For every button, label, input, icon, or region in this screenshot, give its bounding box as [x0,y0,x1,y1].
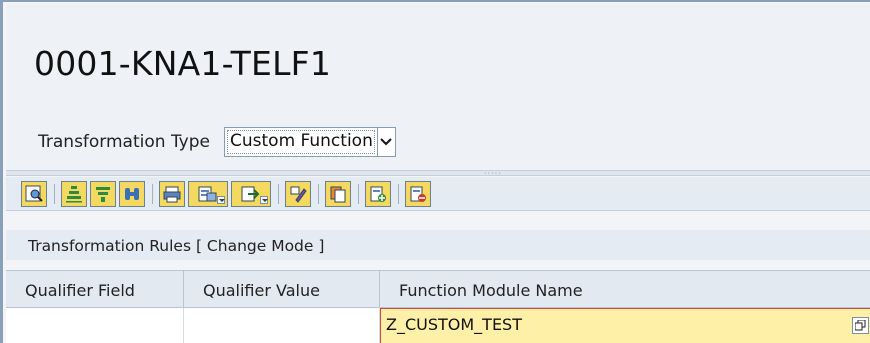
qualifier-value-cell[interactable] [184,308,380,343]
table-toolbar [6,177,870,211]
toolbar-separator [314,181,322,207]
dropdown-arrow-icon[interactable] [217,195,225,204]
transformation-rules-title: Transformation Rules [ Change Mode ] [6,230,870,260]
edit-icon[interactable] [285,180,311,207]
column-header-qualifier-field[interactable]: Qualifier Field [6,271,184,307]
toolbar-separator [274,181,282,207]
transformation-type-dropdown[interactable]: Custom Function [224,127,396,157]
splitter[interactable]: ····· [6,170,870,178]
function-module-name-value: Z_CUSTOM_TEST [386,315,522,334]
column-header-function-module-name[interactable]: Function Module Name [380,271,870,307]
main-window: 0001-KNA1-TELF1 Transformation Type Cust… [0,0,870,343]
copy-icon[interactable] [325,180,351,207]
toolbar-separator [148,181,156,207]
transformation-type-row: Transformation Type Custom Function [38,125,396,159]
page-title: 0001-KNA1-TELF1 [34,44,332,83]
value-help-icon[interactable] [852,317,869,334]
table-header: Qualifier Field Qualifier Value Function… [6,270,870,308]
column-header-qualifier-value[interactable]: Qualifier Value [184,271,380,307]
toolbar-separator [354,181,362,207]
find-icon[interactable] [119,180,145,207]
dropdown-arrow-icon[interactable] [260,195,268,204]
print-icon[interactable] [159,180,185,207]
delete-row-icon[interactable] [405,180,431,207]
details-icon[interactable] [21,180,47,207]
toolbar-separator [394,181,402,207]
function-module-name-input[interactable]: Z_CUSTOM_TEST [380,308,870,343]
transformation-type-value[interactable]: Custom Function [225,128,377,156]
toolbar-separator [50,181,58,207]
transformation-type-label: Transformation Type [38,132,210,152]
filter-icon[interactable] [90,180,116,207]
splitter-grip-icon[interactable]: ····· [484,170,502,178]
insert-row-icon[interactable] [365,180,391,207]
chevron-down-icon[interactable] [376,128,395,156]
layout-icon[interactable] [188,180,228,207]
sort-ascending-icon[interactable] [61,180,87,207]
qualifier-field-cell[interactable] [6,308,184,343]
export-icon[interactable] [231,180,271,207]
table-row: Z_CUSTOM_TEST [6,308,870,343]
